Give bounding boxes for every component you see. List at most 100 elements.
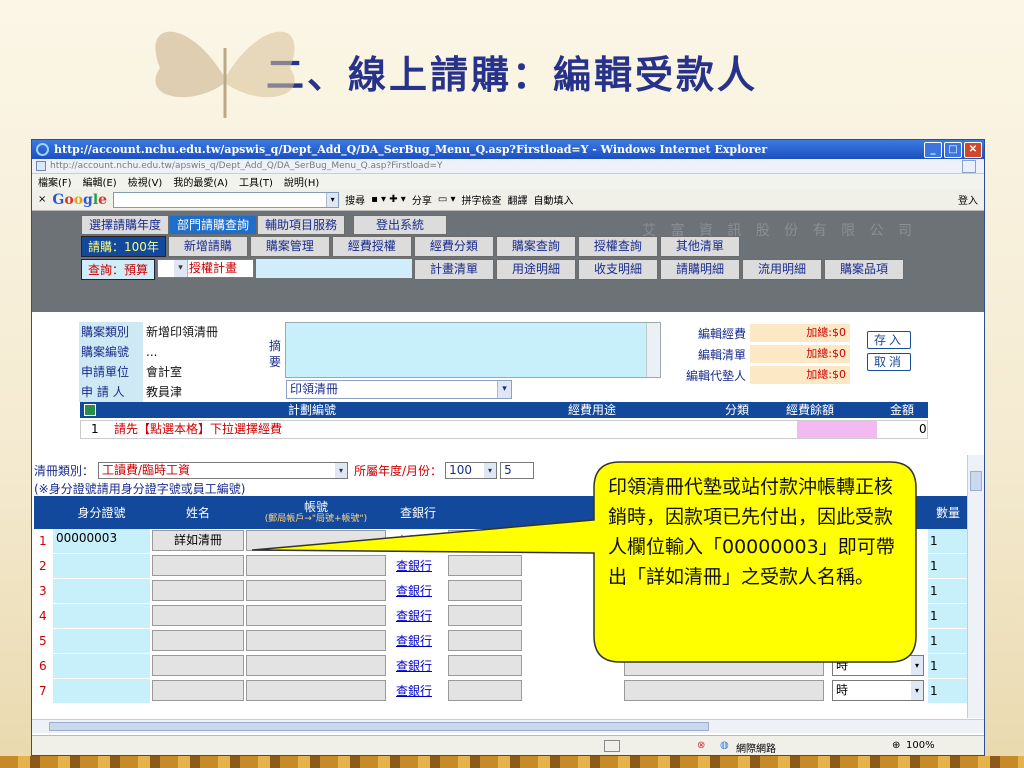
plan-list-button[interactable]: 計畫清單 [414, 259, 495, 280]
google-search-button[interactable]: 搜尋 [345, 192, 365, 207]
maximize-button[interactable]: □ [944, 141, 962, 158]
auth-query-button[interactable]: 授權查詢 [577, 236, 658, 257]
menu-edit[interactable]: 編輯(E) [83, 174, 117, 189]
google-autofill-button[interactable]: 自動填入 [533, 192, 573, 207]
query-menu: 查詢：預算 ▾ 無授權計畫 計畫清單 用途明細 收支明細 請購明細 流用明細 購案… [81, 259, 905, 280]
case-manage-button[interactable]: 購案管理 [249, 236, 330, 257]
unit-select[interactable]: 時 ▾ [832, 680, 924, 701]
close-button[interactable]: ✕ [964, 141, 982, 158]
case-query-button[interactable]: 購案查詢 [495, 236, 576, 257]
apply-unit-label: 申請單位 [79, 362, 143, 382]
qty-input[interactable]: 1 [928, 604, 968, 628]
google-search-input[interactable]: ▾ [113, 191, 340, 208]
qty-input[interactable]: 1 [928, 629, 968, 653]
row-number: 2 [39, 559, 47, 573]
address-text: http://account.nchu.edu.tw/apswis_q/Dept… [50, 161, 443, 171]
qty-input[interactable]: 1 [928, 579, 968, 603]
plan-table-header: 計劃編號 經費用途 分類 經費餘額 金額 [80, 402, 928, 418]
google-spellcheck-button[interactable]: 拼字檢查 [461, 192, 501, 207]
scroll-thumb[interactable] [970, 471, 982, 491]
minimize-button[interactable]: _ [924, 141, 942, 158]
applicant-label: 申 請 人 [79, 382, 143, 402]
name-input[interactable] [152, 580, 244, 601]
edit-advance-button[interactable]: 編輯代墊人 [668, 366, 750, 386]
bank-input[interactable] [448, 680, 522, 701]
memo-scrollbar[interactable] [646, 323, 660, 377]
id-input[interactable] [53, 629, 150, 653]
zone-text: 網際網路 [736, 744, 776, 755]
google-translate-button[interactable]: 翻譯 [507, 192, 527, 207]
name-input[interactable] [152, 555, 244, 576]
row-number: 5 [39, 634, 47, 648]
chevron-down-icon[interactable]: ▾ [326, 192, 339, 207]
toolbar-page-icon[interactable]: ▭ ▾ [438, 194, 456, 205]
qty-input[interactable]: 1 [928, 529, 968, 553]
zoom-icon[interactable]: ⊕ [892, 740, 900, 751]
row-number: 6 [39, 659, 47, 673]
id-input[interactable] [53, 554, 150, 578]
menu-help[interactable]: 說明(H) [284, 174, 319, 189]
page-status-icon [604, 740, 620, 752]
row-number: 3 [39, 584, 47, 598]
bank-link[interactable]: 查銀行 [396, 679, 444, 703]
plan-row[interactable]: 1 請先【點選本格】下拉選擇經費 0 [80, 420, 928, 439]
purchase-menu: 請購：100年 新增請購 購案管理 經費授權 經費分類 購案查詢 授權查詢 其他… [81, 236, 740, 257]
new-purchase-button[interactable]: 新增請購 [167, 236, 248, 257]
name-input[interactable]: 詳如清冊 [152, 530, 244, 551]
fund-class-button[interactable]: 經費分類 [413, 236, 494, 257]
scroll-thumb[interactable] [49, 722, 709, 731]
menu-tools[interactable]: 工具(T) [239, 174, 273, 189]
qty-input[interactable]: 1 [928, 654, 968, 678]
unit-input[interactable] [624, 680, 824, 701]
plan-row-hint[interactable]: 請先【點選本格】下拉選擇經費 [114, 421, 282, 438]
vertical-scrollbar[interactable] [967, 455, 984, 718]
income-detail-button[interactable]: 收支明細 [578, 259, 659, 280]
qty-input[interactable]: 1 [928, 554, 968, 578]
name-input[interactable] [152, 655, 244, 676]
google-logo: Google [52, 191, 108, 208]
usage-detail-button[interactable]: 用途明細 [496, 259, 577, 280]
transfer-detail-button[interactable]: 流用明細 [742, 259, 823, 280]
id-input[interactable] [53, 604, 150, 628]
google-login-button[interactable]: 登入 [958, 192, 978, 207]
memo-textarea[interactable] [285, 322, 661, 378]
address-bar[interactable]: http://account.nchu.edu.tw/apswis_q/Dept… [32, 159, 984, 174]
menu-file[interactable]: 檔案(F) [38, 174, 72, 189]
case-items-button[interactable]: 購案品項 [824, 259, 905, 280]
name-input[interactable] [152, 630, 244, 651]
close-toolbar-icon[interactable]: × [38, 194, 46, 205]
unit-value: 時 [836, 683, 849, 697]
grid-icon[interactable] [84, 404, 96, 416]
chevron-down-icon: ▾ [911, 681, 923, 700]
callout-text: 印領清冊代墊或站付款沖帳轉正核銷時，因款項已先付出，因此受款人欄位輸入「0000… [608, 476, 895, 588]
menu-favorites[interactable]: 我的最愛(A) [173, 174, 228, 189]
zoom-level[interactable]: 100% [906, 740, 935, 751]
account-input[interactable] [246, 680, 386, 701]
save-button[interactable]: 存入 [867, 331, 911, 349]
edit-fund-button[interactable]: 編輯經費 [668, 324, 750, 344]
qty-input[interactable]: 1 [928, 679, 968, 703]
id-input[interactable] [53, 654, 150, 678]
name-input[interactable] [152, 680, 244, 701]
menu-logout[interactable]: 登出系統 [353, 215, 448, 235]
cancel-button[interactable]: 取消 [867, 353, 911, 371]
name-input[interactable] [152, 605, 244, 626]
menu-dept-query[interactable]: 部門請購查詢 [169, 215, 258, 235]
fund-auth-button[interactable]: 經費授權 [331, 236, 412, 257]
refresh-icon[interactable] [962, 159, 976, 173]
request-detail-button[interactable]: 請購明細 [660, 259, 741, 280]
toolbar-pipe: ▪ ▾ ✚ ▾ [371, 194, 406, 205]
id-input[interactable] [53, 579, 150, 603]
menu-view[interactable]: 檢視(V) [128, 174, 163, 189]
menu-select-year[interactable]: 選擇請購年度 [81, 215, 170, 235]
google-share-button[interactable]: 分享 [412, 192, 432, 207]
window-titlebar: http://account.nchu.edu.tw/apswis_q/Dept… [32, 140, 984, 159]
id-input[interactable] [53, 679, 150, 703]
id-input[interactable]: 00000003 [53, 529, 150, 553]
edit-list-button[interactable]: 編輯清單 [668, 345, 750, 365]
form-type-select[interactable]: 印領清冊 ▾ [286, 380, 512, 399]
menu-aux-service[interactable]: 輔助項目服務 [257, 215, 346, 235]
other-list-button[interactable]: 其他清單 [659, 236, 740, 257]
horizontal-scrollbar[interactable] [32, 719, 984, 733]
plan-select[interactable]: ▾ 無授權計畫 [157, 259, 255, 278]
